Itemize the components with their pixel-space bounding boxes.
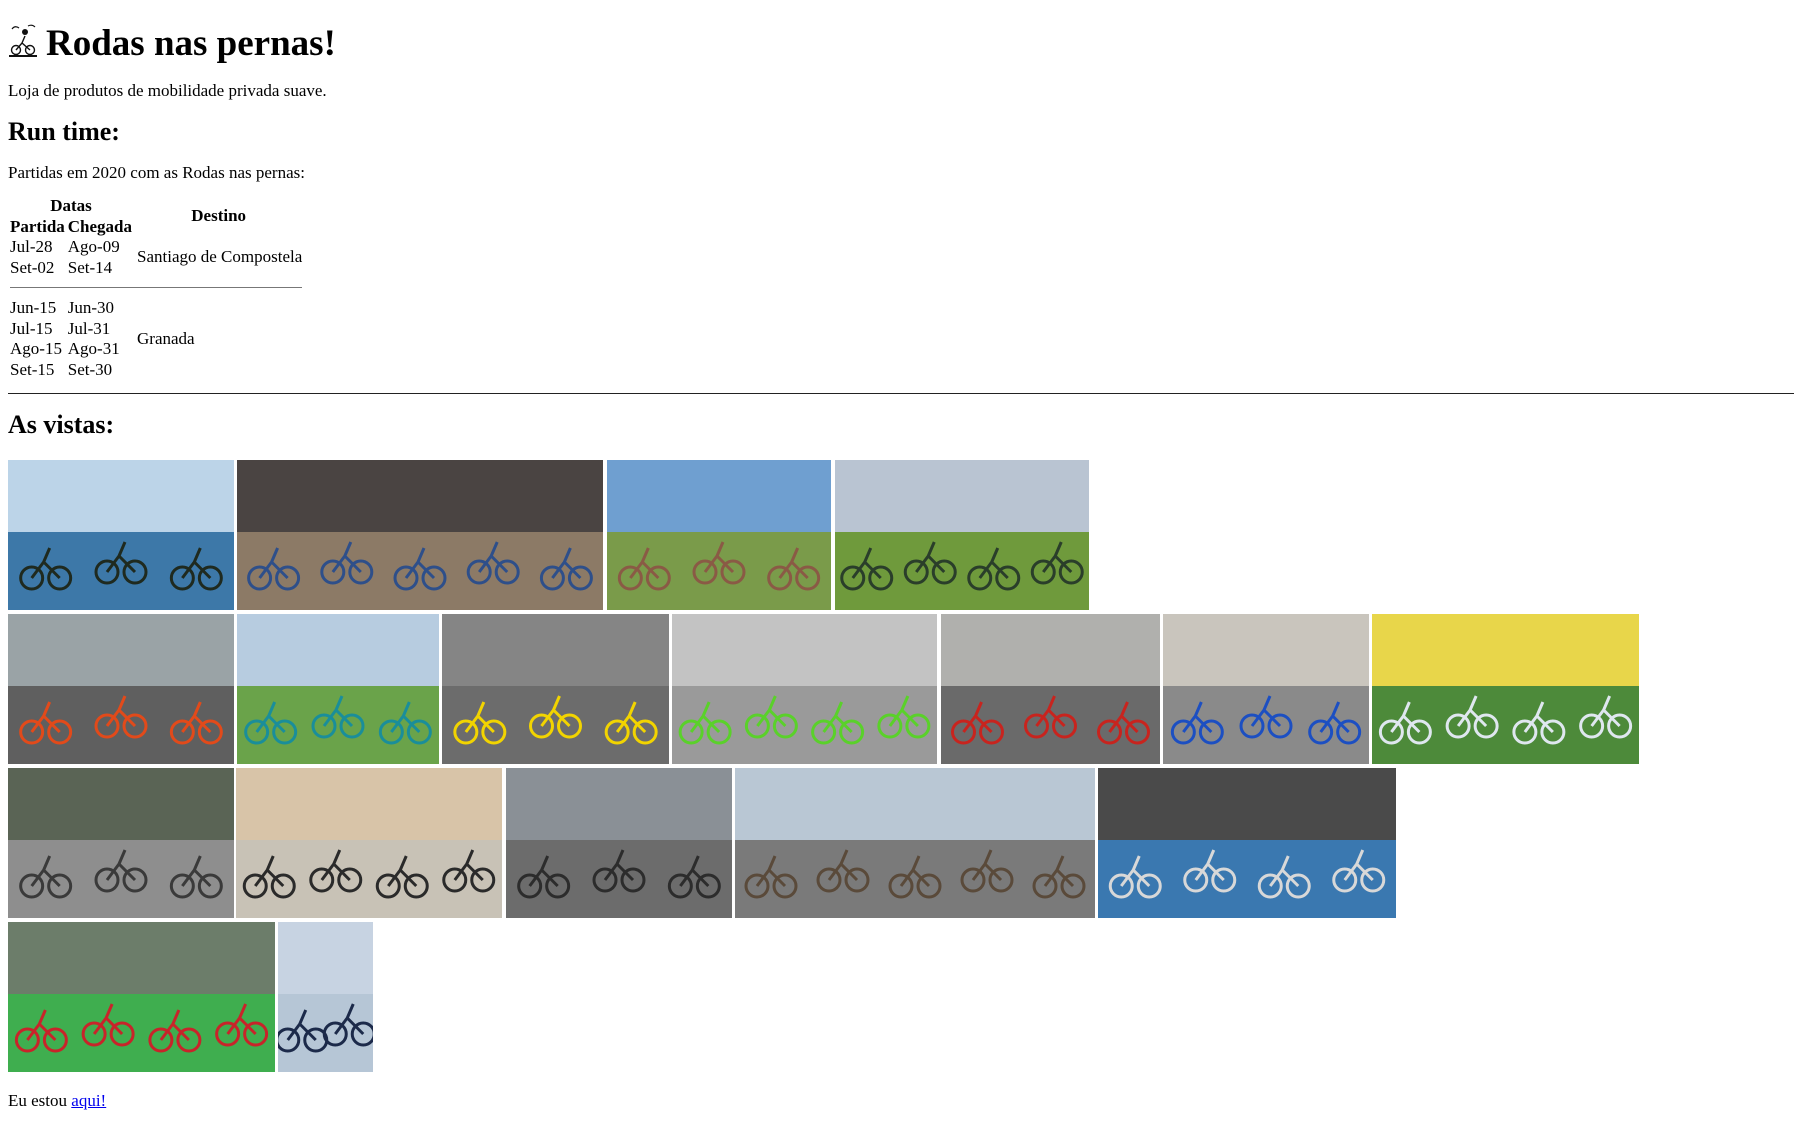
departures-table: Datas Destino Partida Chegada Jul-28 Ago… bbox=[7, 196, 305, 380]
destination-cell: Granada bbox=[137, 328, 195, 348]
photo-red-ecobici-bikes bbox=[941, 614, 1160, 764]
run-time-intro: Partidas em 2020 com as Rodas nas pernas… bbox=[8, 163, 305, 182]
dates-group-header: Datas bbox=[50, 196, 92, 215]
table-divider-row bbox=[10, 278, 303, 298]
footer: Eu estou aqui! bbox=[8, 1091, 106, 1111]
departure-date: Jul-15 bbox=[10, 318, 53, 338]
departure-date: Jun-15 bbox=[10, 298, 57, 317]
departure-date: Ago-15 bbox=[10, 339, 62, 358]
arrival-date: Set-30 bbox=[67, 359, 113, 379]
photo-double-deck-bike-rack bbox=[506, 768, 732, 918]
photo-teal-shared-bikes bbox=[237, 614, 439, 764]
photo-cyclists-at-lake bbox=[835, 460, 1089, 610]
photo-yellow-shared-bikes bbox=[442, 614, 669, 764]
photo-scooter-riders-lane bbox=[8, 922, 275, 1072]
here-link[interactable]: aqui! bbox=[71, 1091, 106, 1110]
gallery-heading: As vistas: bbox=[8, 410, 115, 439]
photo-commuter-cyclists-crowd bbox=[1098, 768, 1396, 918]
photo-underground-bike-parking bbox=[236, 768, 502, 918]
table-row: Jul-28 Ago-09 Santiago de Compostela bbox=[10, 237, 302, 266]
photo-orange-shared-bikes bbox=[8, 614, 234, 764]
departure-header: Partida bbox=[10, 216, 65, 236]
photo-mountain-bikers-trail bbox=[237, 460, 603, 610]
footer-text: Eu estou bbox=[8, 1091, 72, 1110]
page-title: Rodas nas pernas! bbox=[8, 22, 336, 66]
section-divider bbox=[8, 393, 1794, 394]
arrival-date: Set-14 bbox=[67, 257, 113, 277]
photo-businessmen-scooters bbox=[278, 922, 373, 1072]
departure-date: Jul-28 bbox=[10, 237, 53, 256]
arrival-date: Ago-09 bbox=[67, 237, 120, 256]
arrival-date: Jul-31 bbox=[67, 318, 111, 338]
photo-cyclists-by-sea bbox=[8, 460, 234, 610]
photo-green-shared-bike bbox=[672, 614, 937, 764]
run-time-heading: Run time: bbox=[8, 117, 120, 146]
arrival-date: Jun-30 bbox=[67, 298, 115, 317]
destination-header: Destino bbox=[191, 206, 247, 226]
departure-date: Set-02 bbox=[10, 257, 55, 277]
photo-city-street-cyclists bbox=[735, 768, 1095, 918]
tagline: Loja de produtos de mobilidade privada s… bbox=[8, 81, 327, 100]
photo-white-bikes-turf bbox=[1372, 614, 1639, 764]
cyclist-icon bbox=[8, 23, 38, 59]
photo-blue-bike-station bbox=[1163, 614, 1369, 764]
table-divider bbox=[10, 287, 303, 288]
departure-date: Set-15 bbox=[10, 359, 55, 379]
arrival-header: Chegada bbox=[67, 216, 133, 236]
photo-bike-parking-lot bbox=[8, 768, 234, 918]
photo-stupa-cyclists bbox=[607, 460, 831, 610]
page-title-text: Rodas nas pernas! bbox=[46, 23, 336, 64]
destination-cell: Santiago de Compostela bbox=[137, 247, 303, 267]
table-row: Jun-15 Jun-30 Granada bbox=[10, 298, 302, 348]
arrival-date: Ago-31 bbox=[67, 339, 120, 358]
